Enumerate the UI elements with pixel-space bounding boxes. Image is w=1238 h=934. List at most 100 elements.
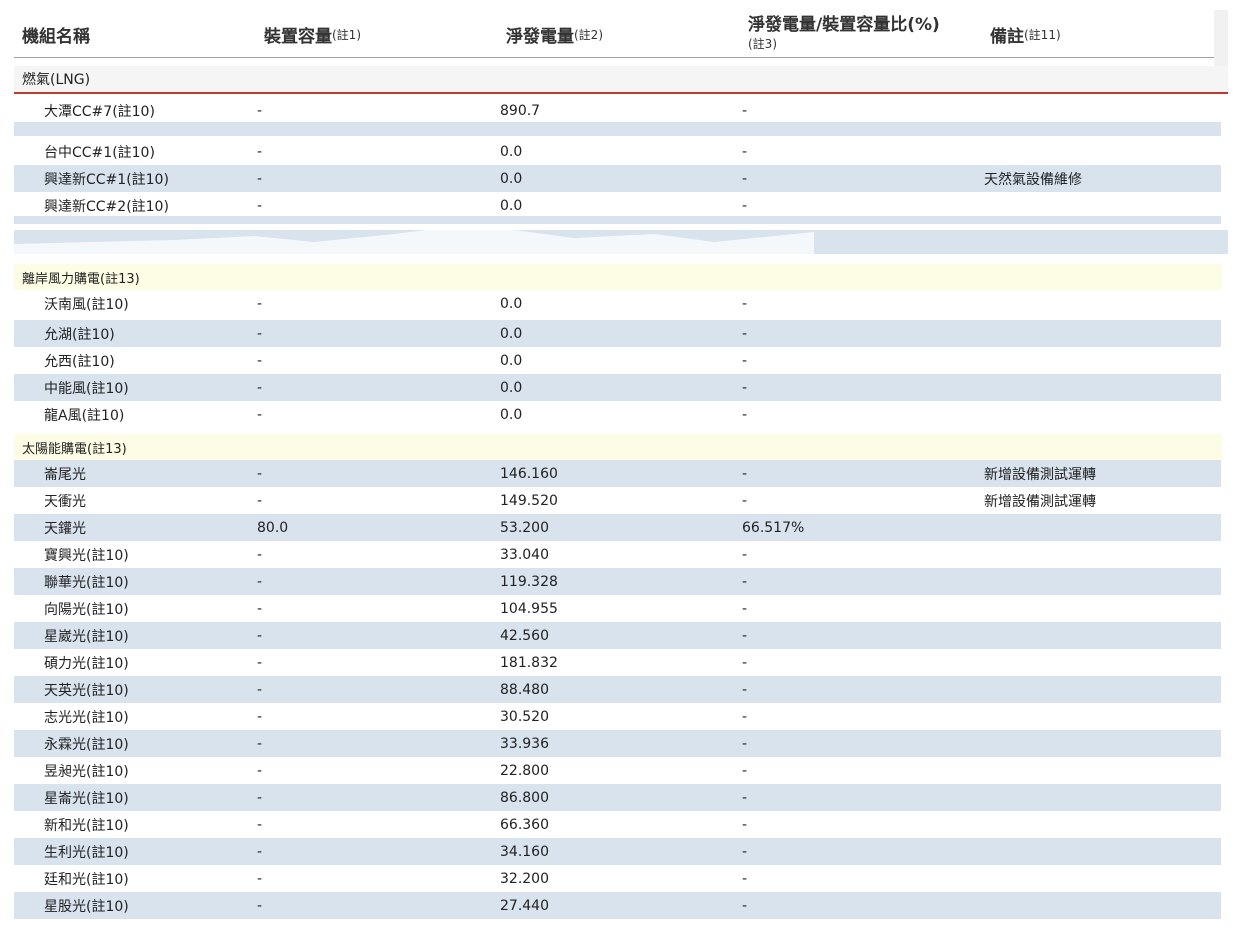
ratio-value: - [742, 681, 748, 698]
table-row: 允西(註10) - 0.0 - [14, 347, 1221, 374]
capacity-value: - [257, 897, 263, 914]
ratio-value: - [742, 352, 748, 369]
generation-value: 0.0 [500, 197, 523, 214]
unit-name: 星股光(註10) [44, 898, 129, 915]
generation-value: 33.040 [500, 546, 549, 563]
ratio-value: - [742, 843, 748, 860]
group-lng-underline [14, 92, 1228, 94]
generation-value: 0.0 [500, 379, 523, 396]
ratio-value: - [742, 546, 748, 563]
generation-value: 0.0 [500, 143, 523, 160]
group-solar: 太陽能購電(註13) [14, 434, 1222, 460]
generation-value: 27.440 [500, 897, 549, 914]
capacity-value: - [257, 295, 263, 312]
generation-value: 149.520 [500, 492, 558, 509]
unit-name: 向陽光(註10) [44, 601, 129, 618]
table-row: 志光光(註10) - 30.520 - [14, 703, 1221, 730]
ratio-value: - [742, 654, 748, 671]
generation-value: 53.200 [500, 519, 549, 536]
ratio-value: - [742, 789, 748, 806]
header-edge-shadow [1214, 10, 1228, 66]
capacity-value: - [257, 708, 263, 725]
unit-name: 生利光(註10) [44, 844, 129, 861]
capacity-value: - [257, 843, 263, 860]
unit-name: 天英光(註10) [44, 682, 129, 699]
generation-value: 181.832 [500, 654, 558, 671]
table-row: 沃南風(註10) - 0.0 - [14, 290, 1221, 317]
redacted-row [14, 122, 1221, 136]
table-row: 星股光(註10) - 27.440 - [14, 892, 1221, 919]
ratio-value: - [742, 325, 748, 342]
table-row: 天衝光 - 149.520 - 新增設備測試運轉 [14, 487, 1221, 514]
table-row: 大潭CC#7(註10) - 890.7 - [14, 97, 1221, 124]
table-row: 新和光(註10) - 66.360 - [14, 811, 1221, 838]
capacity-value: - [257, 654, 263, 671]
table-header: 機組名稱 裝置容量 (註1) 淨發電量 (註2) 淨發電量/裝置容量比(%) (註3)… [14, 10, 1214, 58]
table-row: 碩力光(註10) - 181.832 - [14, 649, 1221, 676]
table-row: 星崴光(註10) - 42.560 - [14, 622, 1221, 649]
generation-value: 0.0 [500, 352, 523, 369]
ratio-value: - [742, 406, 748, 423]
ratio-value: - [742, 465, 748, 482]
capacity-value: 80.0 [257, 519, 289, 536]
unit-name: 昱昶光(註10) [44, 763, 129, 780]
ratio-value: 66.517% [742, 519, 805, 536]
generation-value: 88.480 [500, 681, 549, 698]
group-lng: 燃氣(LNG) [14, 66, 1228, 92]
capacity-value: - [257, 546, 263, 563]
table-row: 興達新CC#2(註10) - 0.0 - [14, 192, 1221, 219]
table-row: 中能風(註10) - 0.0 - [14, 374, 1221, 401]
unit-name: 天衝光 [44, 493, 86, 510]
ratio-value: - [742, 492, 748, 509]
generation-value: 86.800 [500, 789, 549, 806]
table-row: 星崙光(註10) - 86.800 - [14, 784, 1221, 811]
capacity-value: - [257, 406, 263, 423]
capacity-value: - [257, 102, 263, 119]
unit-name: 興達新CC#2(註10) [44, 198, 169, 215]
table-row: 永霖光(註10) - 33.936 - [14, 730, 1221, 757]
generation-value: 104.955 [500, 600, 558, 617]
table-row: 天鑵光 80.0 53.200 66.517% [14, 514, 1221, 541]
table-row: 寶興光(註10) - 33.040 - [14, 541, 1221, 568]
unit-name: 永霖光(註10) [44, 736, 129, 753]
generation-value: 22.800 [500, 762, 549, 779]
unit-name: 志光光(註10) [44, 709, 129, 726]
generation-value: 0.0 [500, 170, 523, 187]
capacity-value: - [257, 816, 263, 833]
table-row: 昱昶光(註10) - 22.800 - [14, 757, 1221, 784]
ratio-value: - [742, 102, 748, 119]
capacity-value: - [257, 762, 263, 779]
capacity-value: - [257, 379, 263, 396]
remark-value: 新增設備測試運轉 [984, 493, 1096, 510]
table-row: 向陽光(註10) - 104.955 - [14, 595, 1221, 622]
header-net-generation: 淨發電量 (註2) [506, 26, 603, 47]
unit-name: 星崙光(註10) [44, 790, 129, 807]
ratio-value: - [742, 600, 748, 617]
capacity-value: - [257, 735, 263, 752]
ratio-value: - [742, 816, 748, 833]
remark-value: 新增設備測試運轉 [984, 466, 1096, 483]
header-capacity: 裝置容量 (註1) [264, 26, 361, 47]
ratio-value: - [742, 143, 748, 160]
capacity-value: - [257, 170, 263, 187]
generation-value: 119.328 [500, 573, 558, 590]
ratio-value: - [742, 762, 748, 779]
unit-name: 允湖(註10) [44, 326, 115, 343]
ratio-value: - [742, 295, 748, 312]
capacity-value: - [257, 627, 263, 644]
unit-name: 崙尾光 [44, 466, 86, 483]
generation-value: 32.200 [500, 870, 549, 887]
remark-value: 天然氣設備維修 [984, 171, 1082, 188]
table-row: 崙尾光 - 146.160 - 新增設備測試運轉 [14, 460, 1221, 487]
table-row: 聯華光(註10) - 119.328 - [14, 568, 1221, 595]
ratio-value: - [742, 197, 748, 214]
unit-name: 星崴光(註10) [44, 628, 129, 645]
generation-value: 0.0 [500, 295, 523, 312]
unit-name: 中能風(註10) [44, 380, 129, 397]
unit-name: 興達新CC#1(註10) [44, 171, 169, 188]
unit-name: 龍A風(註10) [44, 407, 125, 424]
capacity-value: - [257, 789, 263, 806]
header-ratio: 淨發電量/裝置容量比(%) (註3) [748, 15, 940, 51]
table-row: 台中CC#1(註10) - 0.0 - [14, 138, 1221, 165]
generation-value: 33.936 [500, 735, 549, 752]
